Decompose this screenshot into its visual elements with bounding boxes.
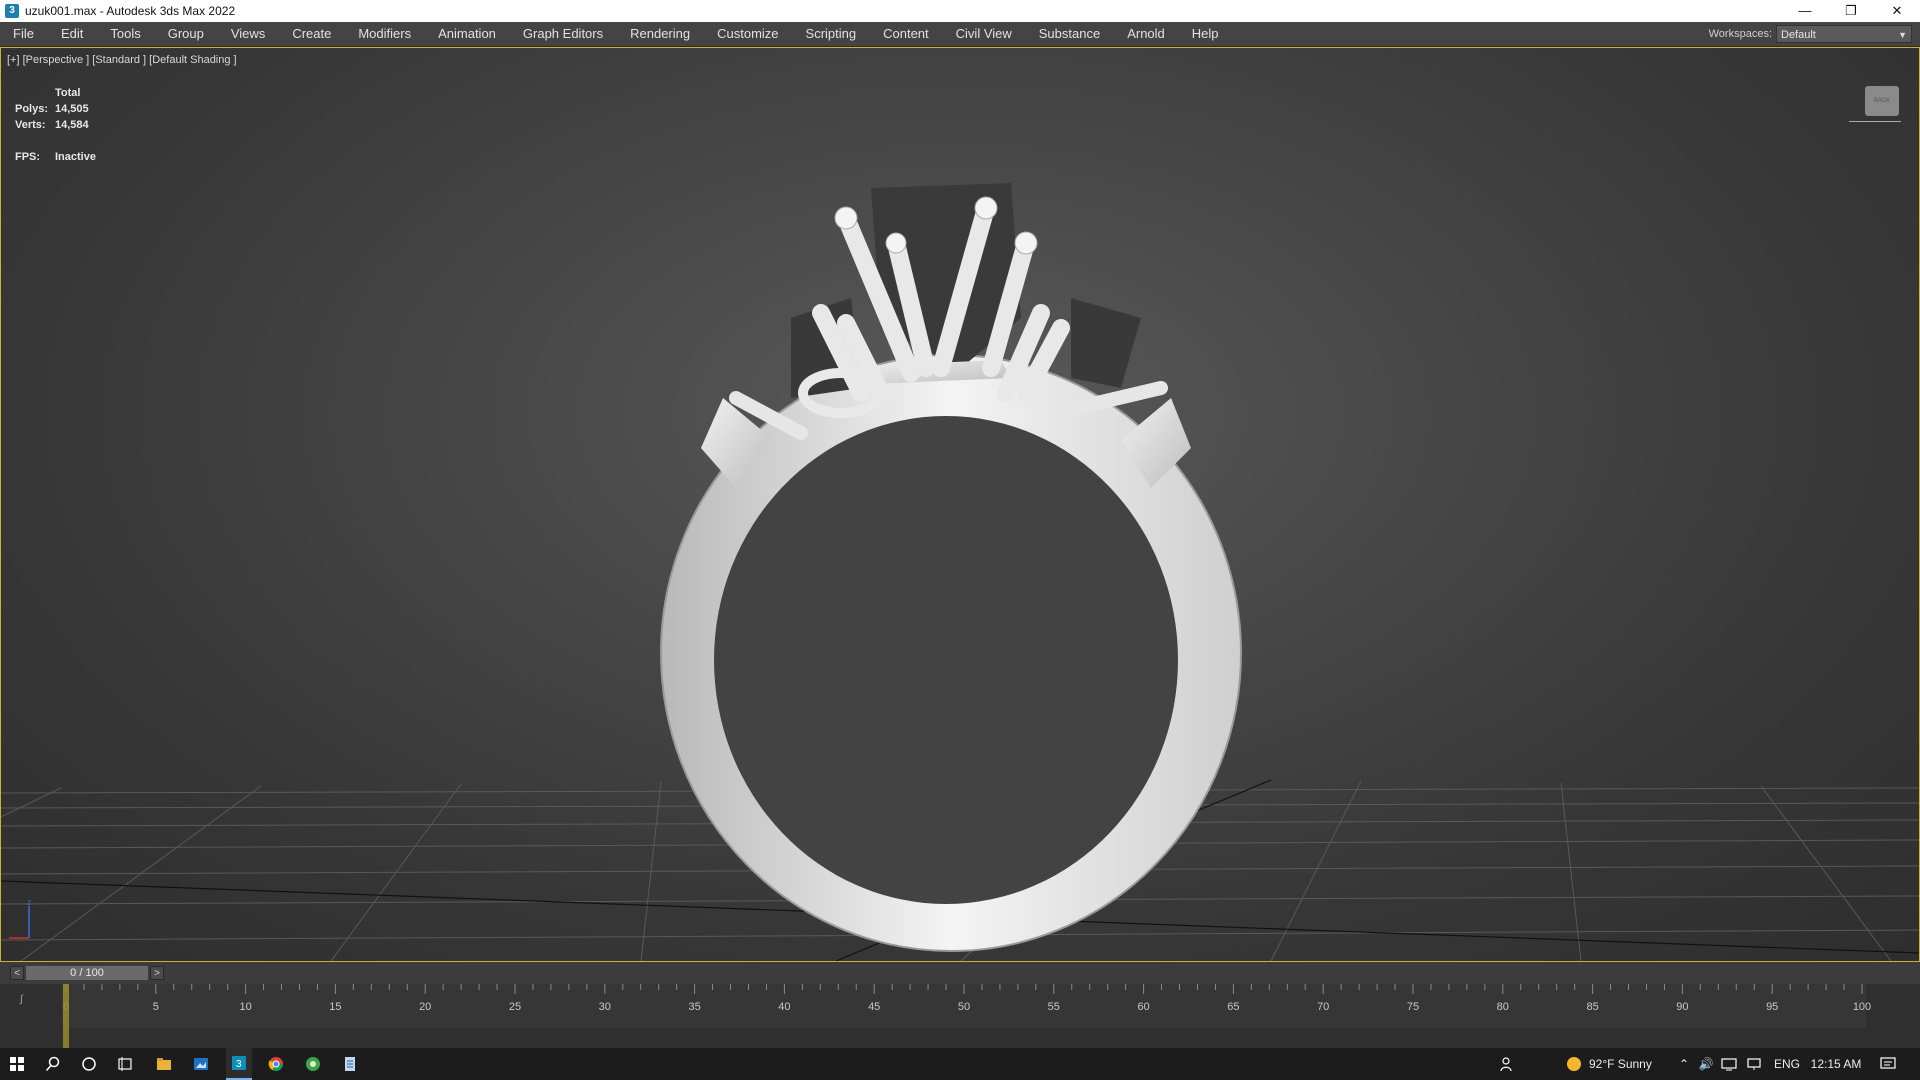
frame-playhead[interactable] <box>63 984 69 1048</box>
chevron-up-icon[interactable]: ⌃ <box>1675 1048 1693 1080</box>
ruler-label: 80 <box>1497 1001 1509 1013</box>
window-title: uzuk001.max - Autodesk 3ds Max 2022 <box>25 4 236 18</box>
menu-arnold[interactable]: Arnold <box>1114 22 1179 46</box>
ruler-label: 55 <box>1048 1001 1060 1013</box>
menu-bar: File Edit Tools Group Views Create Modif… <box>0 22 1920 47</box>
frame-ruler[interactable]: 0510152025303540455055606570758085909510… <box>0 984 1920 1048</box>
file-explorer-icon[interactable] <box>152 1048 176 1080</box>
ruler-label: 60 <box>1137 1001 1149 1013</box>
chrome-icon[interactable] <box>264 1048 288 1080</box>
ruler-label: 5 <box>153 1001 159 1013</box>
menu-animation[interactable]: Animation <box>425 22 510 46</box>
workspace-dropdown[interactable]: Default ▼ <box>1776 25 1912 43</box>
ruler-label: 10 <box>239 1001 251 1013</box>
ruler-label: 35 <box>688 1001 700 1013</box>
workspace-value: Default <box>1781 29 1816 41</box>
perspective-viewport[interactable]: z [+] [Perspective ] [Standard ] [Defaul… <box>0 47 1920 962</box>
menu-graph-editors[interactable]: Graph Editors <box>510 22 617 46</box>
restore-icon[interactable]: ❐ <box>1828 0 1874 22</box>
verts-label: Verts: <box>15 119 46 131</box>
menu-modifiers[interactable]: Modifiers <box>345 22 425 46</box>
app-green-icon[interactable] <box>301 1048 325 1080</box>
fps-value: Inactive <box>55 151 96 163</box>
title-bar: 3 uzuk001.max - Autodesk 3ds Max 2022 — … <box>0 0 1920 22</box>
workspace-switcher: Workspaces: Default ▼ <box>1709 22 1920 46</box>
menu-group[interactable]: Group <box>155 22 218 46</box>
menu-file[interactable]: File <box>0 22 48 46</box>
volume-icon[interactable]: 🔊 <box>1697 1048 1715 1080</box>
windows-start-icon[interactable] <box>6 1048 28 1080</box>
ruler-label: 45 <box>868 1001 880 1013</box>
notification-icon[interactable] <box>1876 1048 1900 1080</box>
fps-label: FPS: <box>15 151 41 163</box>
cortana-icon[interactable] <box>78 1048 100 1080</box>
ruler-label: 20 <box>419 1001 431 1013</box>
verts-value: 14,584 <box>55 119 89 131</box>
ruler-label: 95 <box>1766 1001 1778 1013</box>
svg-text:z: z <box>27 898 31 907</box>
time-slider[interactable]: 0 / 100 <box>26 966 148 980</box>
clock-time: 12:15 AM <box>1810 1057 1862 1071</box>
menu-rendering[interactable]: Rendering <box>617 22 704 46</box>
scene-statistics: Total Polys: 14,505 Verts: 14,584 FPS: Inac… <box>15 85 96 165</box>
svg-text:3: 3 <box>236 1059 242 1070</box>
minimize-icon[interactable]: — <box>1782 0 1828 22</box>
ruler-label: 50 <box>958 1001 970 1013</box>
time-slider-bar: < 0 / 100 > <box>0 962 1920 984</box>
weather-text: 92°F Sunny <box>1589 1057 1652 1071</box>
ruler-label: 25 <box>509 1001 521 1013</box>
polys-value: 14,505 <box>55 103 89 115</box>
network-icon[interactable] <box>1744 1048 1764 1080</box>
ruler-label: 30 <box>599 1001 611 1013</box>
photos-app-icon[interactable] <box>189 1048 213 1080</box>
people-icon[interactable] <box>1496 1048 1518 1080</box>
windows-taskbar: 3 92°F Sunny ⌃ 🔊 ENG 12:15 AM <box>0 1048 1920 1080</box>
ruler-label: 15 <box>329 1001 341 1013</box>
chevron-down-icon: ▼ <box>1898 30 1907 40</box>
language-text: ENG <box>1773 1057 1800 1071</box>
viewcube-face-label: BACK <box>1873 98 1891 104</box>
close-icon[interactable]: ✕ <box>1874 0 1920 22</box>
language-indicator[interactable]: ENG <box>1772 1048 1802 1080</box>
polys-label: Polys: <box>15 103 49 115</box>
stats-header: Total <box>55 87 81 99</box>
ruler-label: 65 <box>1227 1001 1239 1013</box>
viewcube[interactable]: BACK <box>1865 86 1899 116</box>
ruler-label: 40 <box>778 1001 790 1013</box>
sun-weather-icon <box>1563 1048 1585 1080</box>
viewport-label-menu[interactable]: [+] [Perspective ] [Standard ] [Default … <box>7 54 237 66</box>
workspace-label: Workspaces: <box>1708 28 1772 40</box>
3dsmax-app-icon[interactable]: 3 <box>5 4 19 18</box>
menu-substance[interactable]: Substance <box>1026 22 1114 46</box>
menu-views[interactable]: Views <box>218 22 279 46</box>
notepad-icon[interactable] <box>338 1048 362 1080</box>
menu-edit[interactable]: Edit <box>48 22 97 46</box>
menu-scripting[interactable]: Scripting <box>793 22 871 46</box>
ruler-label: 75 <box>1407 1001 1419 1013</box>
window-controls: — ❐ ✕ <box>1782 0 1920 22</box>
clock[interactable]: 12:15 AM <box>1808 1048 1864 1080</box>
menu-civil-view[interactable]: Civil View <box>943 22 1026 46</box>
3dsmax-taskbar-icon[interactable]: 3 <box>226 1048 252 1080</box>
viewport-scene[interactable]: z <box>1 48 1919 961</box>
ring-model <box>660 183 1242 952</box>
ruler-label: 100 <box>1853 1001 1871 1013</box>
ruler-label: 70 <box>1317 1001 1329 1013</box>
weather-widget[interactable]: 92°F Sunny <box>1589 1048 1689 1080</box>
search-icon[interactable] <box>42 1048 64 1080</box>
menu-content[interactable]: Content <box>870 22 943 46</box>
viewcube-compass[interactable] <box>1849 118 1901 122</box>
ruler-label: 85 <box>1586 1001 1598 1013</box>
display-icon[interactable] <box>1719 1048 1739 1080</box>
ruler-label: 90 <box>1676 1001 1688 1013</box>
track-bar[interactable]: ∫ 05101520253035404550556065707580859095… <box>0 984 1920 1048</box>
time-prev-button[interactable]: < <box>10 966 24 980</box>
menu-customize[interactable]: Customize <box>704 22 792 46</box>
menu-create[interactable]: Create <box>279 22 345 46</box>
task-view-icon[interactable] <box>114 1048 136 1080</box>
menu-help[interactable]: Help <box>1179 22 1233 46</box>
menu-tools[interactable]: Tools <box>97 22 154 46</box>
time-next-button[interactable]: > <box>150 966 164 980</box>
